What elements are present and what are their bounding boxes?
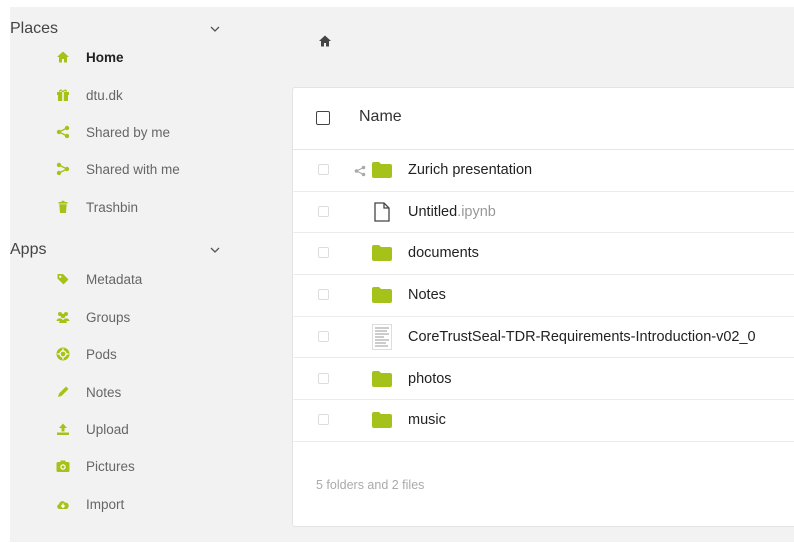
file-name[interactable]: music <box>408 412 446 428</box>
sidebar-item-shared-by-me[interactable]: Shared by me <box>56 121 170 143</box>
chevron-down-icon[interactable] <box>210 245 220 255</box>
folder-icon <box>371 285 393 305</box>
sidebar-item-home[interactable]: Home <box>56 46 124 68</box>
table-row[interactable]: documents <box>293 233 794 276</box>
table-row[interactable]: photos <box>293 359 794 401</box>
table-row[interactable]: music <box>293 400 794 442</box>
places-title: Places <box>10 20 59 37</box>
sidebar-item-label: Shared by me <box>86 124 171 140</box>
table-row[interactable]: CoreTrustSeal-TDR-Requirements-Introduct… <box>293 317 794 359</box>
places-section-header[interactable]: Places <box>10 17 220 41</box>
breadcrumb-home-icon[interactable] <box>318 34 334 50</box>
folder-icon <box>371 369 393 389</box>
cloud-download-icon <box>56 497 70 511</box>
row-checkbox[interactable] <box>318 205 329 217</box>
share-icon <box>56 125 70 139</box>
summary-text: 5 folders and 2 files <box>316 478 425 492</box>
sidebar: Places Home dtu.dk Shared by me Shared w… <box>10 7 230 542</box>
share-icon[interactable] <box>354 164 366 177</box>
sidebar-item-trashbin[interactable]: Trashbin <box>56 196 138 218</box>
sidebar-item-upload[interactable]: Upload <box>56 418 129 440</box>
shared-with-me-icon <box>56 162 70 176</box>
file-icon <box>371 202 393 222</box>
document-thumbnail-icon <box>371 323 393 350</box>
sidebar-item-dtu[interactable]: dtu.dk <box>56 84 123 106</box>
sidebar-item-shared-with-me[interactable]: Shared with me <box>56 158 180 180</box>
folder-icon <box>371 243 393 263</box>
file-name[interactable]: CoreTrustSeal-TDR-Requirements-Introduct… <box>408 329 756 345</box>
sidebar-item-pods[interactable]: Pods <box>56 343 117 365</box>
table-row[interactable]: Notes <box>293 275 794 317</box>
row-checkbox[interactable] <box>318 289 329 301</box>
sidebar-item-label: Pictures <box>86 458 135 474</box>
apps-title: Apps <box>10 241 47 258</box>
file-name[interactable]: Zurich presentation <box>408 162 532 178</box>
apps-section-header[interactable]: Apps <box>10 238 220 262</box>
sidebar-item-label: dtu.dk <box>86 87 123 103</box>
select-all-checkbox[interactable] <box>316 111 330 125</box>
sidebar-item-label: Pods <box>86 346 117 362</box>
sidebar-item-label: Home <box>86 49 124 65</box>
pencil-icon <box>56 385 70 399</box>
row-checkbox[interactable] <box>318 372 329 384</box>
table-header: Name <box>293 88 794 150</box>
users-icon <box>56 310 70 324</box>
chevron-down-icon[interactable] <box>210 24 220 34</box>
folder-icon <box>371 160 393 180</box>
sidebar-item-label: Trashbin <box>86 199 139 215</box>
table-row[interactable]: Untitled.ipynb <box>293 192 794 234</box>
camera-icon <box>56 459 70 473</box>
trash-icon <box>56 200 70 214</box>
gift-icon <box>56 88 70 102</box>
folder-icon <box>371 410 393 430</box>
app-window: Places Home dtu.dk Shared by me Shared w… <box>10 7 794 542</box>
sidebar-item-label: Groups <box>86 309 131 325</box>
row-checkbox[interactable] <box>318 330 329 342</box>
tag-icon <box>56 272 70 286</box>
sidebar-item-import[interactable]: Import <box>56 493 124 515</box>
row-checkbox[interactable] <box>318 247 329 259</box>
home-icon <box>56 50 70 64</box>
sidebar-item-label: Shared with me <box>86 161 180 177</box>
sidebar-item-metadata[interactable]: Metadata <box>56 268 142 290</box>
sidebar-item-label: Import <box>86 496 125 512</box>
sidebar-item-label: Metadata <box>86 271 143 287</box>
file-name[interactable]: documents <box>408 245 479 261</box>
sidebar-item-label: Notes <box>86 384 122 400</box>
sidebar-item-pictures[interactable]: Pictures <box>56 455 135 477</box>
table-row[interactable]: Zurich presentation <box>293 150 794 192</box>
row-checkbox[interactable] <box>318 414 329 426</box>
file-table: Name Zurich presentation Untitled.ipynb <box>292 87 794 527</box>
file-name[interactable]: Notes <box>408 287 446 303</box>
row-checkbox[interactable] <box>318 164 329 175</box>
file-name[interactable]: Untitled.ipynb <box>408 204 496 220</box>
sidebar-item-label: Upload <box>86 421 129 437</box>
file-name[interactable]: photos <box>408 371 452 387</box>
sidebar-item-notes[interactable]: Notes <box>56 381 121 403</box>
name-column-header[interactable]: Name <box>359 108 402 126</box>
sidebar-item-groups[interactable]: Groups <box>56 306 130 328</box>
upload-icon <box>56 422 70 436</box>
pods-icon <box>56 347 70 361</box>
